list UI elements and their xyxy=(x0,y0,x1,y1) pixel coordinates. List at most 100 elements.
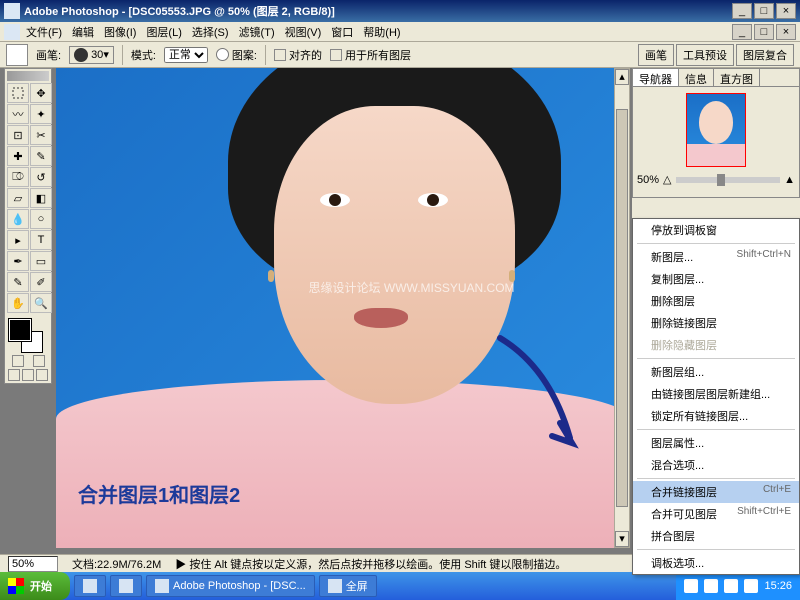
blur-tool[interactable]: 💧 xyxy=(7,209,29,229)
mi-merge-visible[interactable]: 合并可见图层Shift+Ctrl+E xyxy=(633,503,799,525)
toolbox-grip[interactable] xyxy=(7,71,49,81)
zoom-tool[interactable]: 🔍 xyxy=(30,293,52,313)
aligned-checkbox[interactable]: 对齐的 xyxy=(274,47,322,63)
mi-palette-opts[interactable]: 调板选项... xyxy=(633,552,799,574)
brush-tool[interactable]: ✎ xyxy=(30,146,52,166)
quicklaunch-item[interactable] xyxy=(110,575,142,597)
app-logo-icon xyxy=(4,24,20,40)
tray-icon[interactable] xyxy=(744,579,758,593)
slice-tool[interactable]: ✂ xyxy=(30,125,52,145)
quicklaunch-item[interactable] xyxy=(74,575,106,597)
use-all-layers-checkbox[interactable]: 用于所有图层 xyxy=(330,47,411,63)
nav-zoom-out[interactable]: △ xyxy=(663,173,671,186)
scroll-down-button[interactable]: ▾ xyxy=(615,531,629,547)
brush-label: 画笔: xyxy=(36,47,61,63)
desktop-icon xyxy=(119,579,133,593)
heal-tool[interactable]: ✚ xyxy=(7,146,29,166)
doc-minimize-button[interactable]: _ xyxy=(732,24,752,40)
mi-blend-opts[interactable]: 混合选项... xyxy=(633,454,799,476)
status-hint: ▶ 按住 Alt 键点按以定义源，然后点按并拖移以绘画。使用 Shift 键以限… xyxy=(175,556,566,572)
menu-layer[interactable]: 图层(L) xyxy=(146,24,181,40)
screen-standard[interactable] xyxy=(8,369,20,381)
fg-color[interactable] xyxy=(9,319,31,341)
doc-close-button[interactable]: × xyxy=(776,24,796,40)
scroll-up-button[interactable]: ▴ xyxy=(615,69,629,85)
menu-image[interactable]: 图像(I) xyxy=(104,24,136,40)
dock-brush-tab[interactable]: 画笔 xyxy=(638,44,674,66)
taskbar-app-photoshop[interactable]: Adobe Photoshop - [DSC... xyxy=(146,575,315,597)
close-button[interactable]: × xyxy=(776,3,796,19)
path-select-tool[interactable]: ▸ xyxy=(7,230,29,250)
move-tool[interactable]: ✥ xyxy=(30,83,52,103)
tray-icon[interactable] xyxy=(684,579,698,593)
quickmask-off[interactable] xyxy=(12,355,24,367)
menu-select[interactable]: 选择(S) xyxy=(192,24,229,40)
menu-edit[interactable]: 编辑 xyxy=(72,24,94,40)
docsize-label: 文档:22.9M/76.2M xyxy=(72,556,161,572)
mi-new-layer[interactable]: 新图层...Shift+Ctrl+N xyxy=(633,246,799,268)
gradient-tool[interactable]: ◧ xyxy=(30,188,52,208)
mi-del-layer[interactable]: 删除图层 xyxy=(633,290,799,312)
eraser-tool[interactable]: ▱ xyxy=(7,188,29,208)
eyedropper-tool[interactable]: ✐ xyxy=(30,272,52,292)
dock-layercomp-tab[interactable]: 图层复合 xyxy=(736,44,794,66)
mi-new-set[interactable]: 新图层组... xyxy=(633,361,799,383)
dock-toolpreset-tab[interactable]: 工具预设 xyxy=(676,44,734,66)
tray-icon[interactable] xyxy=(704,579,718,593)
nav-zoom-in[interactable]: ▲ xyxy=(784,174,795,186)
menu-file[interactable]: 文件(F) xyxy=(26,24,62,40)
notes-tool[interactable]: ✎ xyxy=(7,272,29,292)
stamp-tool[interactable]: ⎄ xyxy=(7,167,29,187)
mi-del-linked[interactable]: 删除链接图层 xyxy=(633,312,799,334)
doc-restore-button[interactable]: □ xyxy=(754,24,774,40)
shape-tool[interactable]: ▭ xyxy=(30,251,52,271)
right-panel: 导航器 信息 直方图 50% △ ▲ 停放到调板窗 新图层...Shift+Ct… xyxy=(632,68,800,548)
menu-window[interactable]: 窗口 xyxy=(331,24,353,40)
lasso-tool[interactable]: 〰 xyxy=(7,104,29,124)
screen-full[interactable] xyxy=(36,369,48,381)
pattern-radio[interactable]: 图案: xyxy=(216,47,257,63)
taskbar-app-fullscreen[interactable]: 全屏 xyxy=(319,575,377,597)
menu-view[interactable]: 视图(V) xyxy=(285,24,322,40)
mi-set-from-linked[interactable]: 由链接图层图层新建组... xyxy=(633,383,799,405)
crop-tool[interactable]: ⊡ xyxy=(7,125,29,145)
quickmask-on[interactable] xyxy=(33,355,45,367)
type-tool[interactable]: T xyxy=(30,230,52,250)
tab-histogram[interactable]: 直方图 xyxy=(714,69,760,86)
color-swatches[interactable] xyxy=(7,317,49,353)
menu-filter[interactable]: 滤镜(T) xyxy=(239,24,275,40)
mi-props[interactable]: 图层属性... xyxy=(633,432,799,454)
brush-preview-icon xyxy=(74,48,88,62)
mode-select[interactable]: 正常 xyxy=(164,47,208,63)
marquee-tool[interactable] xyxy=(7,83,29,103)
mi-dup-layer[interactable]: 复制图层... xyxy=(633,268,799,290)
menu-help[interactable]: 帮助(H) xyxy=(363,24,400,40)
scroll-thumb-v[interactable] xyxy=(616,109,628,507)
brush-picker[interactable]: 30 ▾ xyxy=(69,46,114,64)
mi-del-hidden: 删除隐藏图层 xyxy=(633,334,799,356)
tray-icon[interactable] xyxy=(724,579,738,593)
minimize-button[interactable]: _ xyxy=(732,3,752,19)
active-tool-icon[interactable] xyxy=(6,44,28,66)
vertical-scrollbar[interactable]: ▴ ▾ xyxy=(614,68,630,548)
mi-dock[interactable]: 停放到调板窗 xyxy=(633,219,799,241)
start-button[interactable]: 开始 xyxy=(0,572,70,600)
tab-navigator[interactable]: 导航器 xyxy=(633,69,679,86)
mode-label: 模式: xyxy=(131,47,156,63)
hand-tool[interactable]: ✋ xyxy=(7,293,29,313)
pen-tool[interactable]: ✒ xyxy=(7,251,29,271)
document-canvas[interactable]: 思缘设计论坛 WWW.MISSYUAN.COM 合并图层1和图层2 xyxy=(56,68,630,548)
system-tray[interactable]: 15:26 xyxy=(676,572,800,600)
navigator-thumb[interactable] xyxy=(686,93,746,167)
mi-flatten[interactable]: 拼合图层 xyxy=(633,525,799,547)
wand-tool[interactable]: ✦ xyxy=(30,104,52,124)
dodge-tool[interactable]: ○ xyxy=(30,209,52,229)
zoom-field[interactable]: 50% xyxy=(8,556,58,572)
mi-merge-linked[interactable]: 合并链接图层Ctrl+E xyxy=(633,481,799,503)
mi-lock-linked[interactable]: 锁定所有链接图层... xyxy=(633,405,799,427)
maximize-button[interactable]: □ xyxy=(754,3,774,19)
tab-info[interactable]: 信息 xyxy=(679,69,714,86)
history-brush-tool[interactable]: ↺ xyxy=(30,167,52,187)
screen-full-menu[interactable] xyxy=(22,369,34,381)
nav-zoom-slider[interactable] xyxy=(676,177,781,183)
